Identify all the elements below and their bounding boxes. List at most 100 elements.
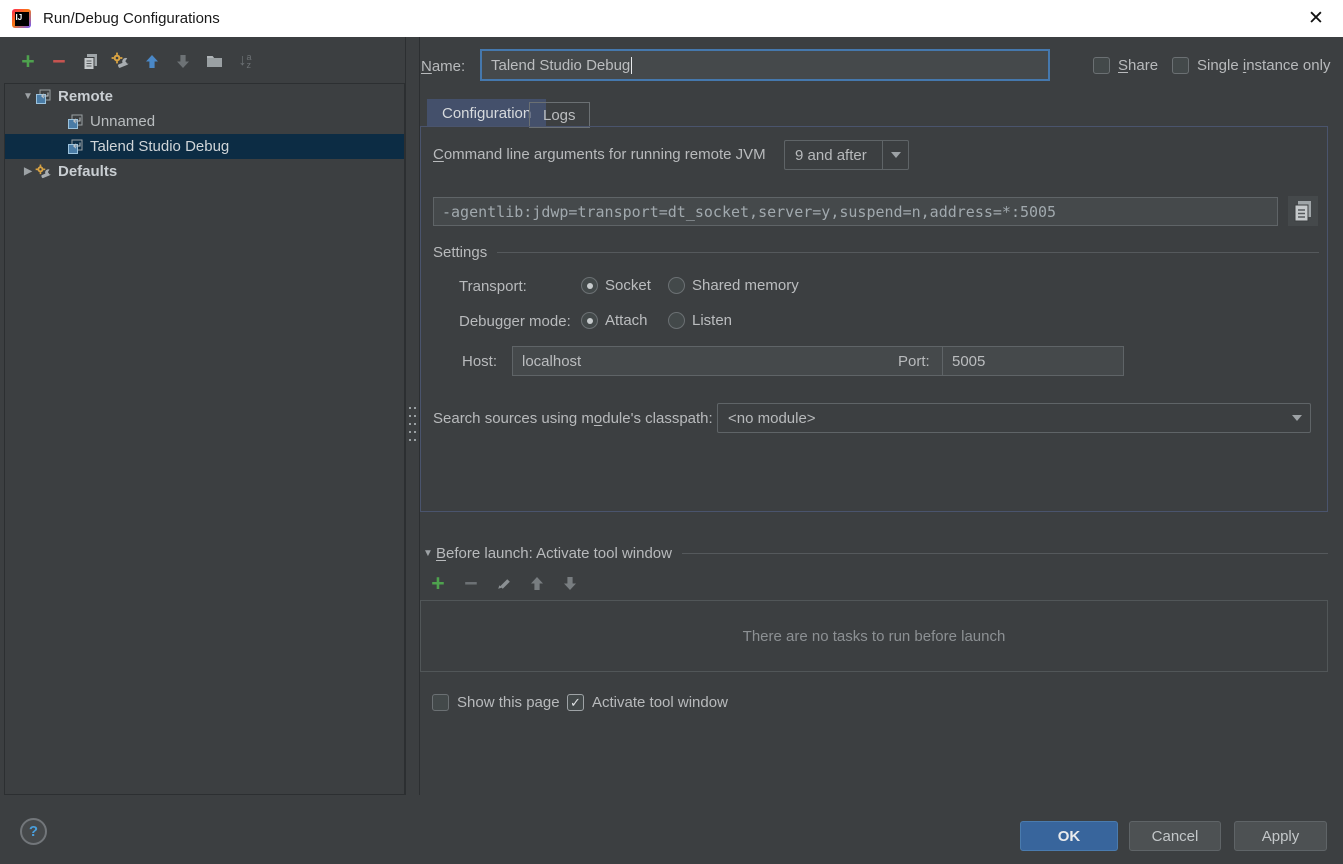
run-debug-configurations-dialog: IJ Run/Debug Configurations ✕ + −: [0, 0, 1343, 864]
activate-tool-window-label: Activate tool window: [592, 694, 728, 711]
add-configuration-button[interactable]: +: [16, 49, 40, 73]
panel-divider: [405, 37, 406, 795]
close-icon[interactable]: ✕: [1303, 6, 1329, 32]
radio-button-icon[interactable]: [668, 277, 685, 294]
tree-item-remote[interactable]: ▼ Remote: [5, 84, 404, 109]
copy-configuration-button[interactable]: [78, 49, 102, 73]
show-this-page-checkbox[interactable]: ✓: [432, 694, 449, 711]
add-icon: +: [21, 51, 34, 71]
tree-item-label: Talend Studio Debug: [90, 138, 229, 155]
sort-configurations-button[interactable]: ↓ a z: [233, 49, 257, 73]
cancel-button[interactable]: Cancel: [1129, 821, 1221, 851]
arrow-down-icon: [176, 54, 190, 69]
chevron-down-icon: [891, 152, 901, 158]
wrench-gear-icon: [111, 52, 131, 70]
activate-tool-window-row: ✓ Activate tool window: [567, 694, 728, 711]
share-checkbox-row: ✓ Share: [1093, 57, 1158, 74]
create-folder-button[interactable]: [202, 49, 226, 73]
radio-shared-memory[interactable]: Shared memory: [668, 277, 799, 294]
jvm-version-combo[interactable]: 9 and after: [784, 140, 909, 170]
tree-item-label: Unnamed: [90, 113, 155, 130]
remote-config-icon: [67, 114, 85, 130]
settings-separator: [497, 252, 1319, 253]
empty-tasks-text: There are no tasks to run before launch: [743, 628, 1006, 645]
port-input[interactable]: 5005: [942, 346, 1124, 376]
host-input[interactable]: localhost: [512, 346, 1007, 376]
single-instance-checkbox[interactable]: ✓: [1172, 57, 1189, 74]
jvm-version-value: 9 and after: [785, 141, 882, 169]
copy-icon: [1292, 199, 1314, 223]
tree-item-talend-studio-debug[interactable]: Talend Studio Debug: [5, 134, 404, 159]
edit-defaults-button[interactable]: [109, 49, 133, 73]
ok-button[interactable]: OK: [1020, 821, 1118, 851]
configurations-tree: ▼ Remote Unnamed Talend S: [4, 83, 405, 795]
copy-icon: [82, 53, 99, 70]
remove-icon: −: [52, 51, 65, 71]
move-task-down-button[interactable]: [558, 571, 582, 595]
radio-button-icon[interactable]: [581, 277, 598, 294]
tree-item-unnamed[interactable]: Unnamed: [5, 109, 404, 134]
before-launch-task-list: There are no tasks to run before launch: [420, 600, 1328, 672]
jvm-args-field[interactable]: -agentlib:jdwp=transport=dt_socket,serve…: [433, 197, 1278, 226]
share-checkbox[interactable]: ✓: [1093, 57, 1110, 74]
jvm-args-label: Command line arguments for running remot…: [433, 146, 766, 163]
expander-icon[interactable]: ▼: [21, 91, 35, 102]
help-button[interactable]: ?: [20, 818, 47, 845]
settings-group-label: Settings: [433, 244, 487, 261]
tree-item-label: Remote: [58, 88, 113, 105]
splitter-grip[interactable]: [407, 404, 418, 448]
classpath-combo[interactable]: <no module>: [717, 403, 1311, 433]
help-icon: ?: [29, 823, 38, 840]
host-value: localhost: [522, 353, 581, 370]
configuration-panel: Command line arguments for running remot…: [420, 126, 1328, 512]
add-icon: +: [431, 573, 444, 593]
checkmark-icon: ✓: [570, 695, 581, 711]
move-up-button[interactable]: [140, 49, 164, 73]
combo-arrow-button[interactable]: [1284, 404, 1310, 432]
folder-icon: [206, 54, 223, 68]
host-label: Host:: [462, 353, 497, 370]
pencil-icon: [496, 575, 512, 591]
remove-task-button[interactable]: −: [459, 571, 483, 595]
expander-icon[interactable]: ▼: [420, 548, 436, 559]
classpath-value: <no module>: [718, 404, 1284, 432]
edit-task-button[interactable]: [492, 571, 516, 595]
port-value: 5005: [952, 353, 985, 370]
activate-tool-window-checkbox[interactable]: ✓: [567, 694, 584, 711]
single-instance-label: Single instance only: [1197, 57, 1330, 74]
share-label: Share: [1118, 57, 1158, 74]
radio-label: Attach: [605, 312, 648, 329]
radio-label: Socket: [605, 277, 651, 294]
radio-socket[interactable]: Socket: [581, 277, 651, 294]
remote-config-icon: [67, 139, 85, 155]
arrow-up-icon: [530, 576, 544, 591]
radio-button-icon[interactable]: [581, 312, 598, 329]
text-caret: [631, 57, 632, 74]
radio-button-icon[interactable]: [668, 312, 685, 329]
defaults-settings-icon: [35, 164, 53, 180]
radio-label: Listen: [692, 312, 732, 329]
arrow-up-icon: [145, 54, 159, 69]
remove-configuration-button[interactable]: −: [47, 49, 71, 73]
before-launch-title: Before launch: Activate tool window: [436, 545, 672, 562]
add-task-button[interactable]: +: [426, 571, 450, 595]
remove-icon: −: [464, 573, 477, 593]
tab-logs[interactable]: Logs: [529, 102, 590, 128]
single-instance-checkbox-row: ✓ Single instance only: [1172, 57, 1330, 74]
transport-label: Transport:: [459, 278, 527, 295]
move-down-button[interactable]: [171, 49, 195, 73]
move-task-up-button[interactable]: [525, 571, 549, 595]
remote-config-icon: [35, 89, 53, 105]
radio-attach[interactable]: Attach: [581, 312, 648, 329]
name-input[interactable]: Talend Studio Debug: [480, 49, 1050, 81]
classpath-label: Search sources using module's classpath:: [433, 410, 713, 427]
name-label: Name:: [421, 58, 465, 75]
before-launch-separator: [682, 553, 1328, 554]
expander-icon[interactable]: ▶: [21, 166, 35, 177]
tree-item-defaults[interactable]: ▶ Defaults: [5, 159, 404, 184]
name-value: Talend Studio Debug: [491, 57, 630, 74]
copy-args-button[interactable]: [1288, 196, 1318, 226]
radio-listen[interactable]: Listen: [668, 312, 732, 329]
combo-arrow-button[interactable]: [882, 141, 908, 169]
apply-button[interactable]: Apply: [1234, 821, 1327, 851]
